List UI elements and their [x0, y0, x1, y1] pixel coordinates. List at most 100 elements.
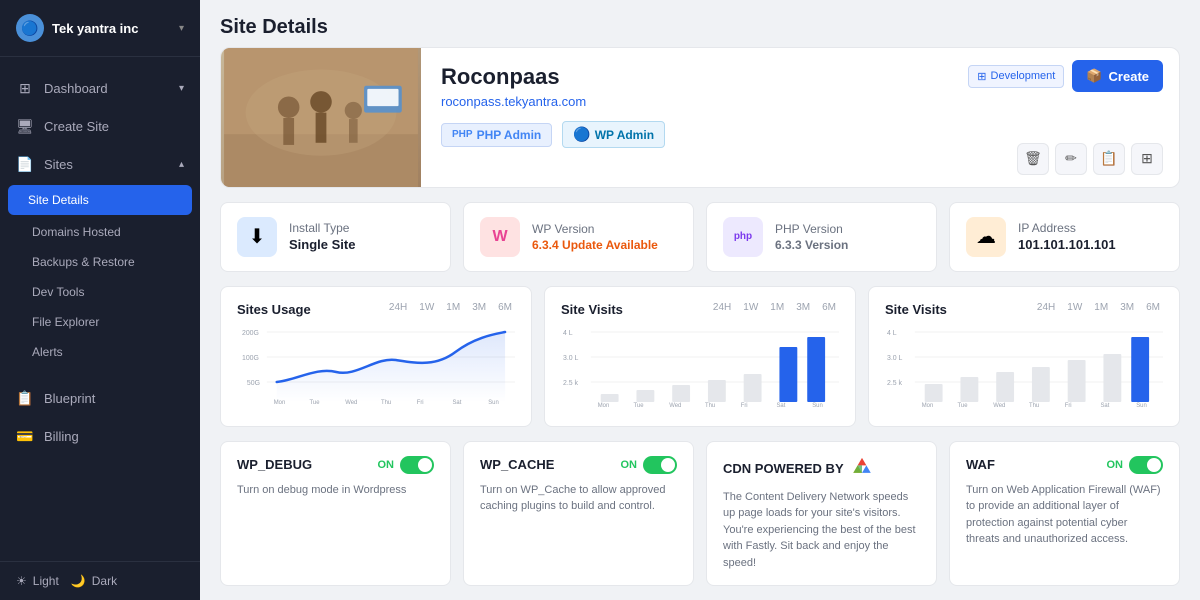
site-visits-1-title: Site Visits	[561, 302, 623, 317]
brand[interactable]: 🔵 Tek yantra inc ▾	[0, 0, 200, 57]
site-header-actions: ⊞ Development 📦 Create 🗑 ✏ 📋	[952, 48, 1179, 187]
sidebar-item-sites[interactable]: 📄 Sites ▴	[0, 145, 200, 183]
install-type-value: Single Site	[289, 237, 355, 252]
svg-text:200G: 200G	[242, 329, 259, 336]
sidebar-item-dev-tools[interactable]: Dev Tools	[0, 277, 200, 307]
ip-address-value: 101.101.101.101	[1018, 237, 1116, 252]
brand-icon: 🔵	[16, 14, 44, 42]
site-info: Roconpaas roconpass.tekyantra.com PHP PH…	[421, 48, 952, 187]
sites-chevron: ▴	[179, 159, 184, 170]
waf-description: Turn on Web Application Firewall (WAF) t…	[966, 482, 1163, 548]
trash-icon: 🗑	[1024, 150, 1042, 167]
svg-text:Thu: Thu	[381, 399, 391, 405]
sv2-filter-3m[interactable]: 3M	[1117, 301, 1137, 314]
sidebar-item-backups-restore[interactable]: Backups & Restore	[0, 247, 200, 277]
cdn-card: CDN POWERED BY The Content Delivery Netw…	[706, 441, 937, 587]
site-visits-2-filters: 24H 1W 1M 3M 6M	[1034, 301, 1163, 314]
sites-usage-chart-area: 200G 100G 50G Mon Tue Wed Thu Fri Sat Su…	[237, 322, 515, 412]
svg-text:Fri: Fri	[741, 402, 748, 408]
svg-text:Sun: Sun	[488, 399, 499, 405]
wp-debug-status: ON	[378, 459, 395, 471]
sidebar-item-alerts[interactable]: Alerts	[0, 337, 200, 367]
bar-chart-2-svg: 4 L 3.0 L 2.5 k Mon Tue Wed Th	[885, 322, 1163, 412]
sidebar-item-billing[interactable]: 💳 Billing	[0, 417, 200, 455]
waf-toggle[interactable]	[1129, 456, 1163, 474]
dark-mode-button[interactable]: 🌙 Dark	[71, 574, 117, 588]
delete-button[interactable]: 🗑	[1017, 143, 1049, 175]
sv1-filter-1w[interactable]: 1W	[740, 301, 761, 314]
sidebar-item-file-explorer[interactable]: File Explorer	[0, 307, 200, 337]
wp-cache-status: ON	[621, 459, 638, 471]
site-name: Roconpaas	[441, 64, 932, 90]
bar-chart-1-svg: 4 L 3.0 L 2.5 k Mon	[561, 322, 839, 412]
wp-cache-card: WP_CACHE ON Turn on WP_Cache to allow ap…	[463, 441, 694, 587]
top-actions: ⊞ Development 📦 Create	[968, 60, 1163, 92]
svg-text:Tue: Tue	[633, 402, 644, 408]
site-visits-chart-2: Site Visits 24H 1W 1M 3M 6M 4 L 3.0 L 2.…	[868, 286, 1180, 427]
copy-button[interactable]: 📋	[1093, 143, 1125, 175]
cube-icon: 📦	[1086, 68, 1102, 84]
php-admin-badge[interactable]: PHP PHP Admin	[441, 123, 552, 147]
dashboard-icon: ⊞	[16, 79, 34, 97]
wp-admin-badge[interactable]: 🔵 WP Admin	[562, 121, 665, 148]
wp-cache-toggle[interactable]	[643, 456, 677, 474]
grid-view-button[interactable]: ⊞	[1131, 143, 1163, 175]
sv2-filter-1m[interactable]: 1M	[1091, 301, 1111, 314]
sv1-filter-3m[interactable]: 3M	[793, 301, 813, 314]
svg-text:3.0 L: 3.0 L	[563, 354, 579, 361]
sidebar-item-dashboard[interactable]: ⊞ Dashboard ▾	[0, 69, 200, 107]
site-url[interactable]: roconpass.tekyantra.com	[441, 94, 932, 109]
sv2-filter-24h[interactable]: 24H	[1034, 301, 1058, 314]
sites-usage-title: Sites Usage	[237, 302, 311, 317]
sidebar-item-domains-hosted[interactable]: Domains Hosted	[0, 217, 200, 247]
sites-subitems: Site Details Domains Hosted Backups & Re…	[0, 185, 200, 367]
site-visits-1-chart-area: 4 L 3.0 L 2.5 k Mon	[561, 322, 839, 412]
main-content: Site Details	[200, 0, 1200, 600]
dev-environment-badge: ⊞ Development	[968, 65, 1064, 88]
filter-24h[interactable]: 24H	[386, 301, 410, 314]
svg-text:Tue: Tue	[309, 399, 320, 405]
sv2-filter-1w[interactable]: 1W	[1064, 301, 1085, 314]
brand-chevron-icon: ▾	[179, 23, 184, 34]
sv1-filter-6m[interactable]: 6M	[819, 301, 839, 314]
wp-icon: 🔵	[573, 126, 590, 143]
svg-text:Fri: Fri	[1065, 402, 1072, 408]
svg-text:Tue: Tue	[957, 402, 968, 408]
sidebar-item-site-details[interactable]: Site Details	[8, 185, 192, 215]
sv1-filter-1m[interactable]: 1M	[767, 301, 787, 314]
filter-6m[interactable]: 6M	[495, 301, 515, 314]
charts-row: Sites Usage 24H 1W 1M 3M 6M	[220, 286, 1180, 427]
wp-debug-toggle[interactable]	[400, 456, 434, 474]
create-production-button[interactable]: 📦 Create	[1072, 60, 1163, 92]
wp-debug-title: WP_DEBUG	[237, 457, 312, 472]
filter-3m[interactable]: 3M	[469, 301, 489, 314]
copy-icon: 📋	[1100, 150, 1117, 167]
filter-1w[interactable]: 1W	[416, 301, 437, 314]
sv1-filter-24h[interactable]: 24H	[710, 301, 734, 314]
edit-button[interactable]: ✏	[1055, 143, 1087, 175]
sidebar-item-create-site[interactable]: 🖥 Create Site	[0, 107, 200, 145]
billing-icon: 💳	[16, 427, 34, 445]
wp-version-value: 6.3.4 Update Available	[532, 238, 658, 252]
site-visits-chart-1: Site Visits 24H 1W 1M 3M 6M 4 L 3.0 L 2.…	[544, 286, 856, 427]
sidebar: 🔵 Tek yantra inc ▾ ⊞ Dashboard ▾ 🖥 Creat…	[0, 0, 200, 600]
php-version-card: php PHP Version 6.3.3 Version	[706, 202, 937, 272]
grid-layout-icon: ⊞	[1141, 150, 1153, 167]
php-version-value: 6.3.3 Version	[775, 238, 848, 252]
wp-version-icon: W	[480, 217, 520, 257]
svg-text:Sat: Sat	[452, 399, 461, 405]
wp-version-label: WP Version	[532, 222, 658, 236]
svg-text:2.5 k: 2.5 k	[887, 379, 903, 386]
svg-text:Mon: Mon	[598, 402, 610, 408]
wp-debug-description: Turn on debug mode in Wordpress	[237, 482, 434, 499]
action-buttons: 🗑 ✏ 📋 ⊞	[1017, 143, 1163, 175]
cdn-description: The Content Delivery Network speeds up p…	[723, 489, 920, 572]
sidebar-item-blueprint[interactable]: 📋 Blueprint	[0, 379, 200, 417]
sites-icon: 📄	[16, 155, 34, 173]
sv2-filter-6m[interactable]: 6M	[1143, 301, 1163, 314]
svg-text:Sun: Sun	[1136, 402, 1147, 408]
filter-1m[interactable]: 1M	[443, 301, 463, 314]
toggle-cards-row: WP_DEBUG ON Turn on debug mode in Wordpr…	[220, 441, 1180, 587]
php-version-label: PHP Version	[775, 222, 848, 236]
light-mode-button[interactable]: ☀ Light	[16, 574, 59, 588]
